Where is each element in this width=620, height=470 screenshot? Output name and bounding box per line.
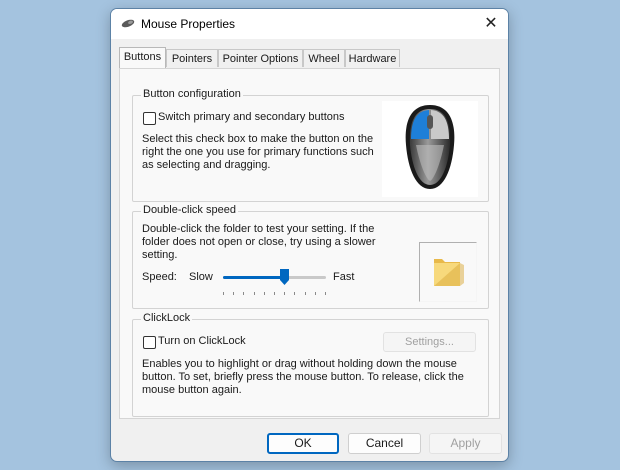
- cancel-button[interactable]: Cancel: [348, 433, 421, 454]
- slider-tick: [325, 292, 326, 295]
- close-icon[interactable]: ✕: [474, 9, 508, 39]
- tab-pointer-options[interactable]: Pointer Options: [218, 49, 303, 67]
- slider-tick: [223, 292, 224, 295]
- slider-tick: [243, 292, 244, 295]
- clicklock-label[interactable]: Turn on ClickLock: [158, 335, 246, 347]
- slider-tick: [315, 292, 316, 295]
- group-title: Button configuration: [141, 88, 243, 100]
- slider-tick: [264, 292, 265, 295]
- switch-buttons-checkbox[interactable]: [143, 112, 156, 125]
- slider-thumb[interactable]: [280, 269, 289, 285]
- clicklock-settings-button[interactable]: Settings...: [383, 332, 476, 352]
- slider-ticks: [223, 292, 326, 295]
- window-title: Mouse Properties: [141, 17, 236, 31]
- tab-pointers[interactable]: Pointers: [166, 49, 218, 67]
- slow-label: Slow: [189, 271, 213, 283]
- clicklock-checkbox[interactable]: [143, 336, 156, 349]
- speed-label: Speed:: [142, 271, 177, 283]
- clicklock-group: ClickLock Turn on ClickLock Settings... …: [132, 312, 489, 417]
- slider-tick: [233, 292, 234, 295]
- tab-buttons[interactable]: Buttons: [119, 47, 166, 68]
- mouse-illustration: [405, 105, 455, 189]
- buttons-tab-panel: Button configuration Switch primary and …: [119, 68, 500, 419]
- apply-button[interactable]: Apply: [429, 433, 502, 454]
- double-click-speed-slider[interactable]: [223, 268, 326, 298]
- group-title: ClickLock: [141, 312, 193, 324]
- clicklock-description: Enables you to highlight or drag without…: [142, 358, 464, 396]
- slider-tick: [254, 292, 255, 295]
- double-click-description: Double-click the folder to test your set…: [142, 223, 376, 261]
- switch-buttons-label[interactable]: Switch primary and secondary buttons: [158, 111, 344, 123]
- button-configuration-group: Button configuration Switch primary and …: [132, 88, 489, 202]
- mouse-picture: [382, 101, 478, 197]
- ok-button[interactable]: OK: [267, 433, 339, 454]
- button-config-description: Select this check box to make the button…: [142, 133, 374, 171]
- test-folder-area[interactable]: [419, 242, 477, 302]
- double-click-speed-group: Double-click speed Double-click the fold…: [132, 204, 489, 309]
- slider-tick: [305, 292, 306, 295]
- mouse-icon: [121, 19, 135, 28]
- folder-icon[interactable]: [420, 243, 476, 301]
- slider-tick: [294, 292, 295, 295]
- fast-label: Fast: [333, 271, 355, 283]
- title-bar[interactable]: Mouse Properties ✕: [111, 9, 508, 39]
- group-title: Double-click speed: [141, 204, 238, 216]
- slider-tick: [274, 292, 275, 295]
- slider-tick: [284, 292, 285, 295]
- mouse-properties-window: Mouse Properties ✕ Buttons Pointers Poin…: [110, 8, 509, 462]
- slider-fill: [223, 276, 285, 279]
- tab-hardware[interactable]: Hardware: [345, 49, 400, 67]
- tab-wheel[interactable]: Wheel: [303, 49, 345, 67]
